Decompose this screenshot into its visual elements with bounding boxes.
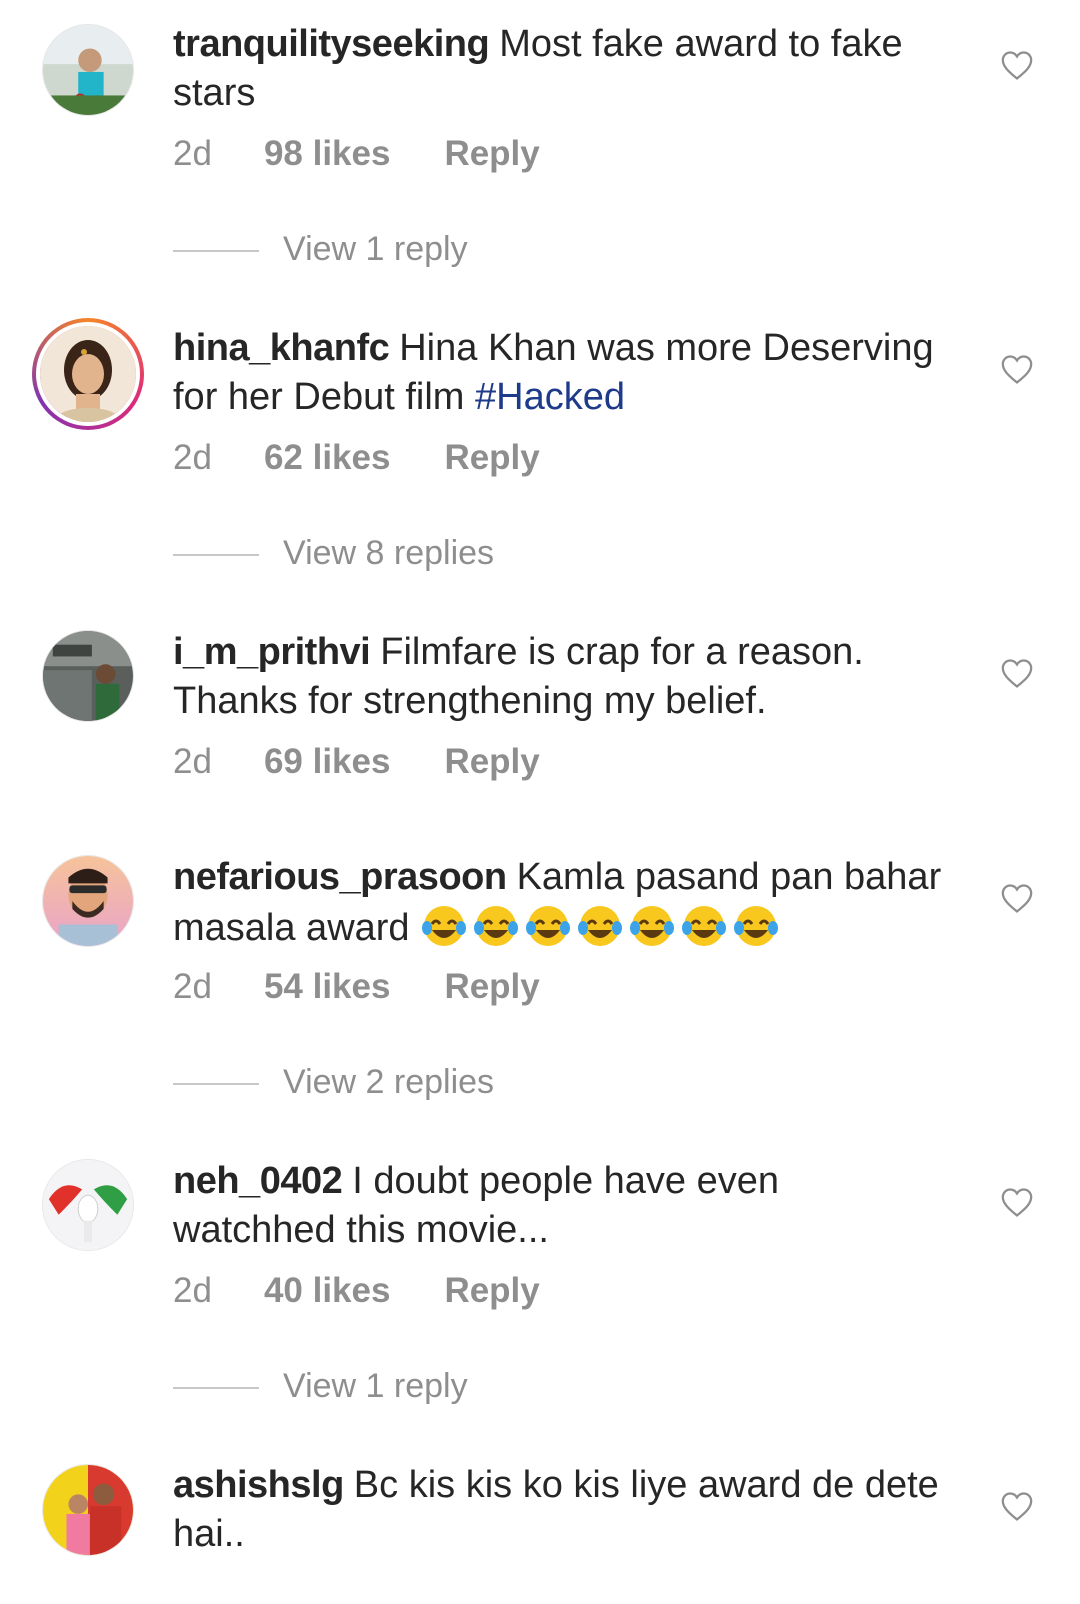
comment-text: i_m_prithvi Filmfare is crap for a reason… (173, 628, 943, 726)
avatar[interactable] (42, 1464, 134, 1556)
divider (173, 554, 259, 557)
avatar[interactable] (32, 318, 144, 430)
avatar-image (43, 1160, 133, 1250)
avatar-image (40, 326, 136, 422)
comment-text: tranquilityseeking Most fake award to fak… (173, 20, 943, 118)
view-replies-button[interactable]: View 2 replies (173, 1062, 494, 1102)
reply-button[interactable]: Reply (444, 1271, 539, 1311)
avatar-image (43, 631, 133, 721)
comment-text: neh_0402 I doubt people have even watchhe… (173, 1157, 943, 1255)
comment-likes[interactable]: 69 likes (264, 742, 391, 782)
laughing-tears-emoji-icon (630, 906, 675, 946)
comment-likes[interactable]: 54 likes (264, 967, 391, 1007)
divider (173, 1083, 259, 1086)
reply-button[interactable]: Reply (444, 134, 539, 174)
avatar-image (43, 25, 133, 115)
heart-outline-icon[interactable] (1000, 882, 1034, 914)
comment-likes[interactable]: 98 likes (264, 134, 391, 174)
comment-time: 2d (173, 134, 212, 173)
comment-time: 2d (173, 1271, 212, 1310)
comment-text: nefarious_prasoon Kamla pasand pan bahar … (173, 853, 943, 953)
heart-outline-icon[interactable] (1000, 1490, 1034, 1522)
comment-text: ashishslg Bc kis kis ko kis liye award de… (173, 1461, 943, 1559)
comment-meta: 2d 69 likes Reply (173, 742, 540, 782)
heart-outline-icon[interactable] (1000, 1186, 1034, 1218)
comment-username[interactable]: neh_0402 (173, 1160, 343, 1202)
view-replies-button[interactable]: View 8 replies (173, 533, 494, 573)
comment-meta: 2d 98 likes Reply (173, 134, 540, 174)
comment-username[interactable]: ashishslg (173, 1464, 344, 1506)
reply-button[interactable]: Reply (444, 967, 539, 1007)
reply-button[interactable]: Reply (444, 438, 539, 478)
hashtag-link[interactable]: #Hacked (475, 376, 625, 418)
reply-button[interactable]: Reply (444, 742, 539, 782)
comment-meta: 2d 62 likes Reply (173, 438, 540, 478)
view-replies-button[interactable]: View 1 reply (173, 229, 468, 269)
heart-outline-icon[interactable] (1000, 657, 1034, 689)
laughing-tears-emoji-icon (682, 906, 727, 946)
divider (173, 250, 259, 253)
laughing-tears-emoji-icon (474, 906, 519, 946)
emoji-group (420, 906, 784, 949)
laughing-tears-emoji-icon (734, 906, 779, 946)
comment-meta: 2d 54 likes Reply (173, 967, 540, 1007)
comment-time: 2d (173, 438, 212, 477)
comment-username[interactable]: i_m_prithvi (173, 631, 371, 673)
comment-time: 2d (173, 967, 212, 1006)
view-replies-label: View 1 reply (283, 230, 468, 268)
comment-username[interactable]: tranquilityseeking (173, 23, 490, 65)
avatar-image (43, 856, 133, 946)
avatar[interactable] (42, 1159, 134, 1251)
view-replies-label: View 1 reply (283, 1367, 468, 1405)
comment-text: hina_khanfc Hina Khan was more Deserving … (173, 324, 943, 422)
avatar[interactable] (42, 630, 134, 722)
avatar-ring (36, 322, 140, 426)
laughing-tears-emoji-icon (526, 906, 571, 946)
comment-username[interactable]: nefarious_prasoon (173, 856, 507, 898)
view-replies-button[interactable]: View 1 reply (173, 1366, 468, 1406)
comment-username[interactable]: hina_khanfc (173, 327, 390, 369)
avatar[interactable] (42, 855, 134, 947)
divider (173, 1387, 259, 1390)
comment-time: 2d (173, 742, 212, 781)
laughing-tears-emoji-icon (578, 906, 623, 946)
view-replies-label: View 2 replies (283, 1063, 495, 1101)
heart-outline-icon[interactable] (1000, 49, 1034, 81)
heart-outline-icon[interactable] (1000, 353, 1034, 385)
avatar-image (43, 1465, 133, 1555)
laughing-tears-emoji-icon (422, 906, 467, 946)
comment-likes[interactable]: 62 likes (264, 438, 391, 478)
avatar[interactable] (42, 24, 134, 116)
comment-meta: 2d 40 likes Reply (173, 1271, 540, 1311)
view-replies-label: View 8 replies (283, 534, 495, 572)
comment-likes[interactable]: 40 likes (264, 1271, 391, 1311)
